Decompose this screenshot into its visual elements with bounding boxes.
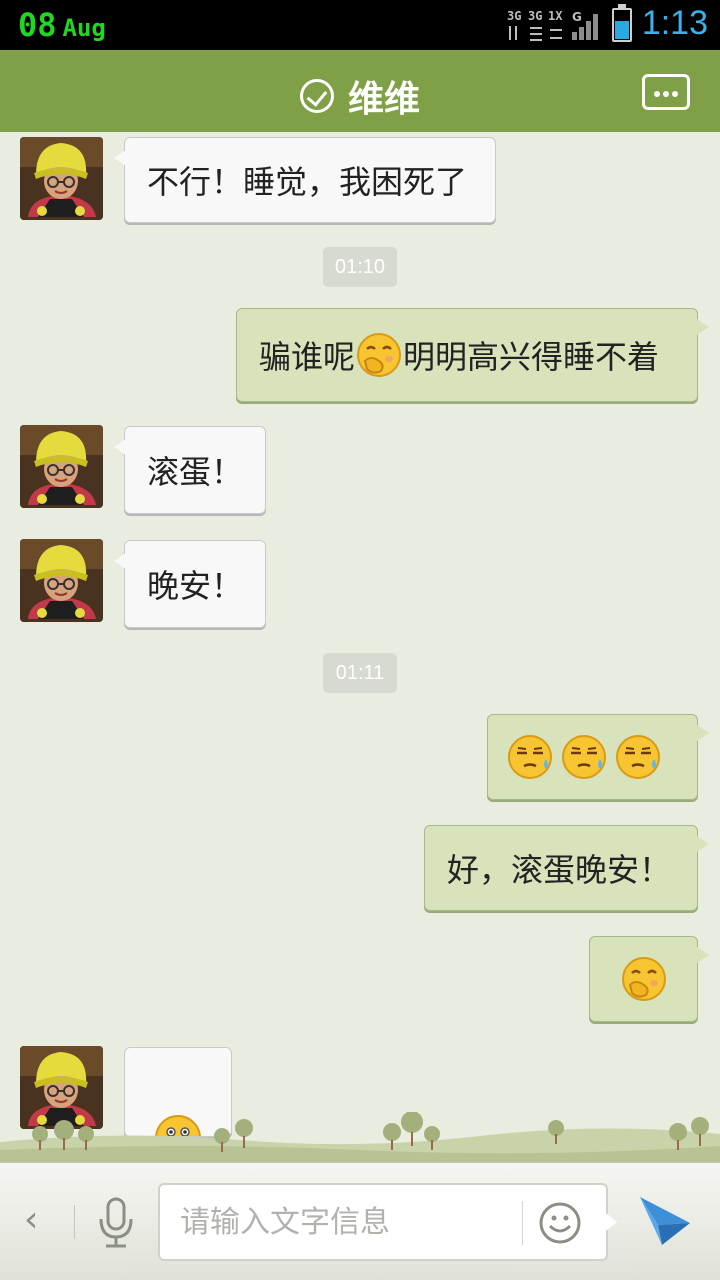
- chevron-left-icon[interactable]: ‹: [24, 1199, 38, 1240]
- message-text: 骗谁呢: [259, 338, 356, 376]
- divider: [522, 1201, 523, 1245]
- message-bubble-outgoing[interactable]: [589, 936, 709, 1022]
- message-input[interactable]: [180, 1199, 510, 1245]
- contact-avatar[interactable]: [20, 425, 103, 508]
- status-date: 08 Aug: [18, 6, 106, 44]
- avatar-image: [20, 137, 103, 220]
- svg-text:3G: 3G: [507, 9, 521, 23]
- chat-more-button[interactable]: [642, 74, 690, 110]
- message-bubble-incoming[interactable]: 不行！睡觉，我困死了: [114, 137, 496, 223]
- send-arrow-icon[interactable]: [636, 1193, 694, 1251]
- message-bubble-incoming[interactable]: 滚蛋！: [114, 426, 266, 514]
- status-bar: 08 Aug 3G 3G 1X G 1:13: [0, 0, 720, 50]
- message-text: 不行！睡觉，我困死了: [147, 163, 468, 201]
- contact-avatar[interactable]: [20, 539, 103, 622]
- decorative-hills: [0, 1112, 720, 1162]
- giggle-emoji-icon: [621, 957, 666, 1001]
- message-bubble-outgoing[interactable]: 骗谁呢 明明高兴得睡不着: [236, 308, 709, 402]
- svg-text:3G: 3G: [528, 9, 542, 23]
- message-text: 好，滚蛋晚安！: [447, 851, 672, 889]
- chat-header: 维维: [0, 50, 720, 140]
- divider: [74, 1205, 75, 1239]
- smiley-icon[interactable]: [538, 1201, 582, 1245]
- status-time: 1:13: [641, 4, 708, 42]
- message-bubble-outgoing[interactable]: [487, 714, 709, 800]
- 3g-data-icon: 3G 3G 1X: [507, 9, 563, 41]
- svg-text:G: G: [572, 10, 582, 24]
- sweat-emoji-icon: [562, 735, 606, 779]
- battery-icon: [612, 4, 632, 42]
- check-circle-icon: [299, 79, 334, 113]
- avatar-image: [20, 539, 103, 622]
- input-bar: ‹: [0, 1162, 720, 1280]
- input-tail: [606, 1213, 617, 1231]
- message-list[interactable]: 不行！睡觉，我困死了 01:10 骗谁呢 明明高兴得睡不着 滚蛋！ 晚安！ 01…: [0, 132, 720, 1162]
- sweat-emoji-icon: [508, 735, 552, 779]
- giggle-emoji-icon: [357, 333, 402, 377]
- message-bubble-incoming[interactable]: 晚安！: [114, 540, 266, 628]
- contact-avatar[interactable]: [20, 137, 103, 220]
- message-input-box[interactable]: [158, 1183, 617, 1261]
- svg-text:1X: 1X: [548, 9, 563, 23]
- message-text: 明明高兴得睡不着: [403, 338, 660, 376]
- status-date-month: Aug: [62, 14, 106, 42]
- status-date-day: 08: [18, 6, 57, 44]
- signal-bars-icon: G: [572, 10, 598, 40]
- sweat-emoji-icon: [616, 735, 660, 779]
- message-bubble-outgoing[interactable]: 好，滚蛋晚安！: [424, 825, 709, 911]
- timestamp: 01:11: [323, 653, 397, 693]
- timestamp: 01:10: [323, 247, 397, 287]
- message-text: 晚安！: [147, 567, 244, 605]
- contact-name[interactable]: 维维: [348, 70, 420, 122]
- avatar-image: [20, 425, 103, 508]
- message-text: 滚蛋！: [147, 453, 244, 491]
- microphone-icon[interactable]: [96, 1197, 136, 1249]
